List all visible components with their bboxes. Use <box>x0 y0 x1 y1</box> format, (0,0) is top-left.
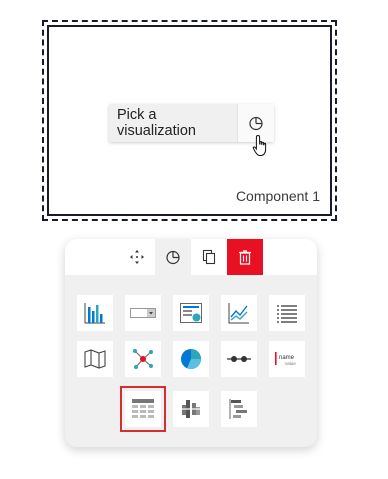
duplicate-button[interactable] <box>191 239 227 275</box>
dropdown-icon <box>130 308 156 318</box>
card-icon <box>180 303 202 323</box>
pick-visualization-control[interactable]: Pick a visualization <box>109 104 274 142</box>
viz-column-chart[interactable] <box>77 295 113 331</box>
bullet-chart-icon <box>181 400 201 418</box>
table-icon <box>132 399 154 418</box>
list-icon <box>277 305 297 323</box>
visualization-button[interactable] <box>155 239 191 275</box>
viz-table[interactable] <box>120 386 166 432</box>
viz-pie-chart[interactable] <box>173 341 209 377</box>
pick-visualization-label: Pick a visualization <box>117 107 196 139</box>
pie-chart-icon <box>249 116 263 131</box>
viz-gantt[interactable] <box>221 391 257 427</box>
viz-list[interactable] <box>269 295 305 331</box>
network-graph-icon <box>133 349 153 369</box>
hand-cursor-icon <box>252 134 267 156</box>
svg-text:value: value <box>285 361 296 366</box>
slider-icon <box>227 356 251 362</box>
gantt-icon <box>229 399 247 419</box>
text-label-icon: name value <box>275 352 296 366</box>
component-name-label: Component 1 <box>235 188 320 204</box>
viz-line-chart[interactable] <box>221 295 257 331</box>
viz-text-label[interactable]: name value <box>269 341 305 377</box>
delete-button[interactable] <box>227 239 263 275</box>
move-button[interactable] <box>119 239 155 275</box>
component-canvas[interactable]: Pick a visualization Component 1 <box>47 25 332 216</box>
map-icon <box>84 349 106 369</box>
move-arrows-icon <box>130 250 144 264</box>
visualization-panel: name value <box>65 239 317 447</box>
viz-network-graph[interactable] <box>125 341 161 377</box>
trash-icon <box>239 250 251 265</box>
column-chart-icon <box>84 303 105 324</box>
viz-dropdown[interactable] <box>125 295 161 331</box>
pie-chart-icon <box>166 250 180 265</box>
component-toolbar <box>65 239 317 275</box>
viz-bullet-chart[interactable] <box>173 391 209 427</box>
line-chart-icon <box>228 303 249 324</box>
viz-card[interactable] <box>173 295 209 331</box>
viz-slider[interactable] <box>221 341 257 377</box>
copy-icon <box>202 249 216 265</box>
viz-map[interactable] <box>77 341 113 377</box>
pie-chart-icon <box>181 349 202 370</box>
